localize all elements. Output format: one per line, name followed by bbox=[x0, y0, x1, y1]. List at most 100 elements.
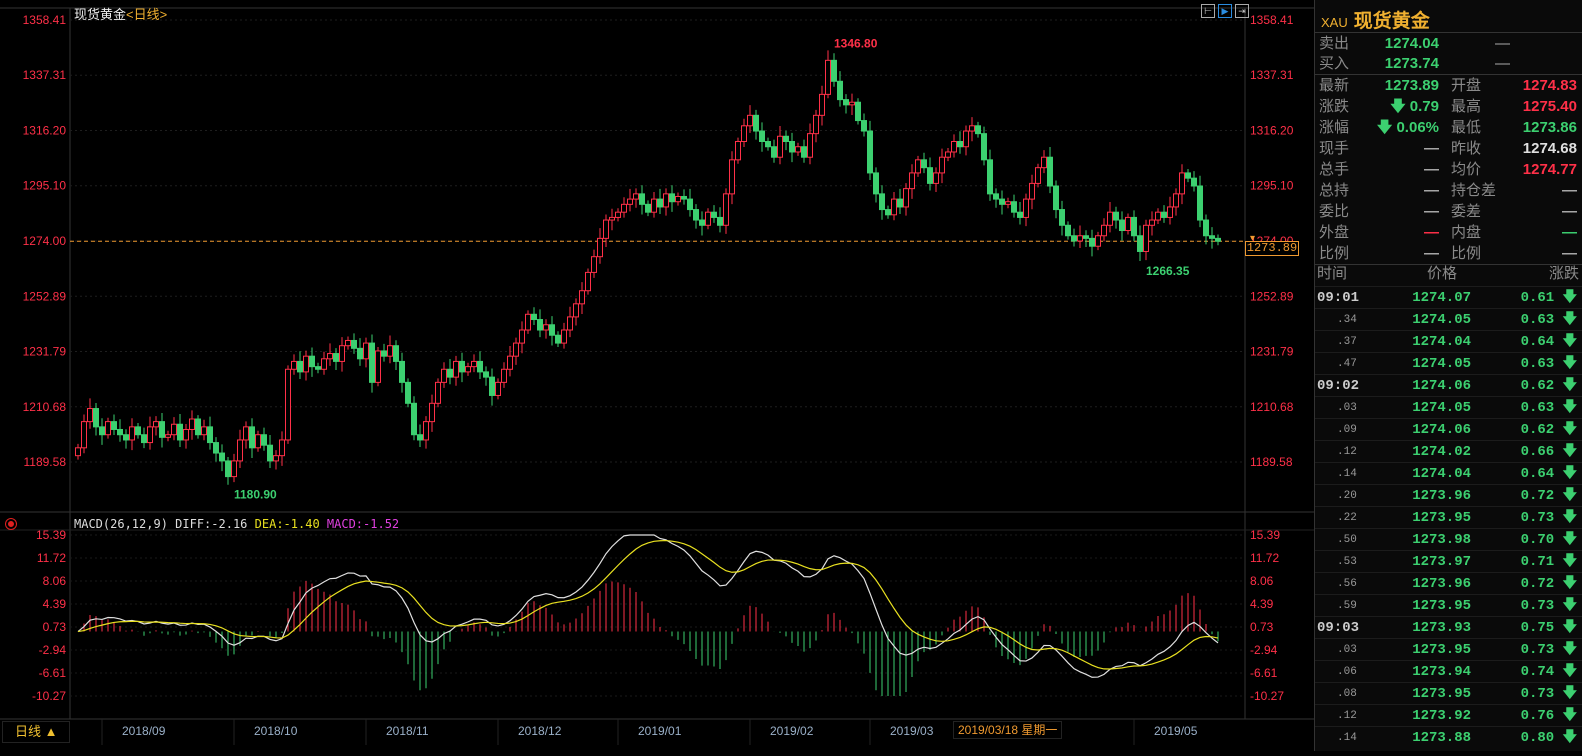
tick-row[interactable]: .12 1274.02 0.66 🡇 bbox=[1315, 440, 1582, 462]
quote-label: 涨跌 bbox=[1319, 98, 1350, 115]
tick-change: 0.75 🡇 bbox=[1521, 617, 1577, 639]
tick-time: .14 bbox=[1337, 732, 1357, 744]
tick-change-value: 0.63 bbox=[1520, 312, 1555, 328]
candle-down bbox=[393, 345, 399, 362]
quote-value: — bbox=[1424, 245, 1439, 262]
candle-down bbox=[699, 219, 705, 226]
candle-up bbox=[87, 408, 93, 423]
candle-down bbox=[267, 444, 273, 462]
diff-value: DIFF:-2.16 bbox=[175, 517, 248, 531]
tick-row[interactable]: .03 1274.05 0.63 🡇 bbox=[1315, 396, 1582, 418]
tick-row[interactable]: .08 1273.95 0.73 🡇 bbox=[1315, 682, 1582, 704]
tick-row[interactable]: .06 1273.94 0.74 🡇 bbox=[1315, 660, 1582, 682]
candle-up bbox=[255, 434, 261, 449]
buy-label: 买入 bbox=[1319, 55, 1350, 72]
buy-row: 买入 1273.74 — bbox=[1315, 53, 1582, 74]
y-tick-label-right: 1210.68 bbox=[1250, 400, 1294, 414]
candle-up bbox=[543, 324, 549, 331]
col-time: 时间 bbox=[1317, 265, 1348, 282]
arrow-down-icon: 🡇 bbox=[1562, 444, 1577, 460]
candle-up bbox=[675, 195, 681, 203]
tick-row[interactable]: .14 1274.04 0.64 🡇 bbox=[1315, 462, 1582, 484]
tick-row[interactable]: .22 1273.95 0.73 🡇 bbox=[1315, 506, 1582, 528]
quote-row: 涨幅 🡇 0.06% 最低 1273.86 bbox=[1315, 117, 1582, 138]
quote-value: 🡇 0.06% bbox=[1376, 119, 1439, 136]
quote-value: — bbox=[1424, 161, 1439, 178]
play-right-icon[interactable]: ▶ bbox=[1218, 4, 1232, 18]
tick-row[interactable]: 09:03 1273.93 0.75 🡇 bbox=[1315, 616, 1582, 638]
quote-label: 比例 bbox=[1319, 245, 1350, 262]
tick-change: 0.76 🡇 bbox=[1521, 705, 1577, 727]
candle-up bbox=[573, 303, 579, 318]
quote-value: 1273.86 bbox=[1522, 119, 1577, 136]
tick-row[interactable]: 09:02 1274.06 0.62 🡇 bbox=[1315, 374, 1582, 396]
candle-up bbox=[291, 360, 297, 370]
candle-down bbox=[831, 59, 837, 82]
y-tick-label: 1231.79 bbox=[23, 344, 67, 358]
candle-up bbox=[471, 360, 477, 368]
candle-down bbox=[489, 376, 495, 396]
tick-time: .08 bbox=[1337, 688, 1357, 700]
price-annotation: 1346.80 bbox=[834, 36, 878, 50]
candle-down bbox=[99, 426, 105, 436]
chart-canvas[interactable]: 1358.41 1358.41 1337.31 1337.31 1316.20 1316.… bbox=[0, 0, 1314, 751]
tick-row[interactable]: .03 1273.95 0.73 🡇 bbox=[1315, 638, 1582, 660]
tick-row[interactable]: .09 1274.06 0.62 🡇 bbox=[1315, 418, 1582, 440]
price-annotation: 1266.35 bbox=[1146, 264, 1190, 278]
candle-up bbox=[339, 345, 345, 362]
candle-down bbox=[123, 434, 129, 441]
kline-chart[interactable]: 1358.41 1358.41 1337.31 1337.31 1316.20 1316.… bbox=[0, 0, 1314, 751]
candle-up bbox=[81, 421, 87, 449]
tick-row[interactable]: .56 1273.96 0.72 🡇 bbox=[1315, 572, 1582, 594]
chart-toolbar: ⊢ ▶ ⇥ bbox=[1201, 4, 1249, 18]
tick-price: 1274.05 bbox=[1412, 356, 1471, 372]
candle-down bbox=[1059, 209, 1065, 226]
quote-value: — bbox=[1424, 224, 1439, 241]
candle-down bbox=[861, 120, 867, 132]
candle-up bbox=[603, 219, 609, 239]
tick-row[interactable]: .12 1273.92 0.76 🡇 bbox=[1315, 704, 1582, 726]
candle-down bbox=[1185, 172, 1191, 179]
tick-change: 0.64 🡇 bbox=[1521, 331, 1577, 353]
tick-price: 1273.94 bbox=[1412, 664, 1471, 680]
period-selector-button[interactable]: 日线 ▲ bbox=[2, 721, 70, 743]
tick-row[interactable]: .14 1273.88 0.80 🡇 bbox=[1315, 726, 1582, 748]
arrow-down-icon: 🡇 bbox=[1562, 312, 1577, 328]
tick-row[interactable]: .34 1274.05 0.63 🡇 bbox=[1315, 308, 1582, 330]
quote-panel: XAU 现货黄金 卖出 1274.04 — 买入 1273.74 — 最新 1273.89… bbox=[1314, 0, 1582, 751]
candle-down bbox=[1113, 211, 1119, 221]
candle-up bbox=[171, 423, 177, 436]
macd-y-tick-label: 15.39 bbox=[36, 528, 66, 542]
candle-down bbox=[681, 195, 687, 200]
tick-row[interactable]: .37 1274.04 0.64 🡇 bbox=[1315, 330, 1582, 352]
tick-price: 1274.07 bbox=[1412, 290, 1471, 306]
tick-row[interactable]: .59 1273.95 0.73 🡇 bbox=[1315, 594, 1582, 616]
tick-row[interactable]: .47 1274.05 0.63 🡇 bbox=[1315, 352, 1582, 374]
candle-down bbox=[657, 198, 663, 208]
indicator-settings-icon[interactable] bbox=[6, 519, 16, 529]
candle-up bbox=[1023, 198, 1029, 218]
tick-row[interactable]: .53 1273.97 0.71 🡇 bbox=[1315, 550, 1582, 572]
candle-up bbox=[153, 421, 159, 428]
y-tick-label: 1295.10 bbox=[23, 179, 67, 193]
candle-up bbox=[129, 426, 135, 441]
candle-up bbox=[285, 368, 291, 441]
sell-label: 卖出 bbox=[1319, 35, 1350, 52]
arrow-down-icon: 🡇 bbox=[1562, 290, 1577, 306]
tick-time: .34 bbox=[1337, 314, 1357, 326]
quote-label: 总持 bbox=[1319, 182, 1350, 199]
tick-row[interactable]: 09:01 1274.07 0.61 🡇 bbox=[1315, 286, 1582, 308]
candle-up bbox=[165, 434, 171, 438]
candle-up bbox=[1005, 201, 1011, 205]
tick-change: 0.66 🡇 bbox=[1521, 441, 1577, 463]
tick-row[interactable]: .20 1273.96 0.72 🡇 bbox=[1315, 484, 1582, 506]
candle-up bbox=[705, 211, 711, 226]
tick-change-value: 0.80 bbox=[1520, 730, 1555, 746]
candle-down bbox=[921, 159, 927, 169]
x-tick-label: 2019/05 bbox=[1154, 724, 1198, 738]
shift-right-icon[interactable]: ⇥ bbox=[1235, 4, 1249, 18]
tick-row[interactable]: .50 1273.98 0.70 🡇 bbox=[1315, 528, 1582, 550]
candle-down bbox=[759, 130, 765, 143]
quote-label: 涨幅 bbox=[1319, 119, 1350, 136]
crosshair-left-icon[interactable]: ⊢ bbox=[1201, 4, 1215, 18]
